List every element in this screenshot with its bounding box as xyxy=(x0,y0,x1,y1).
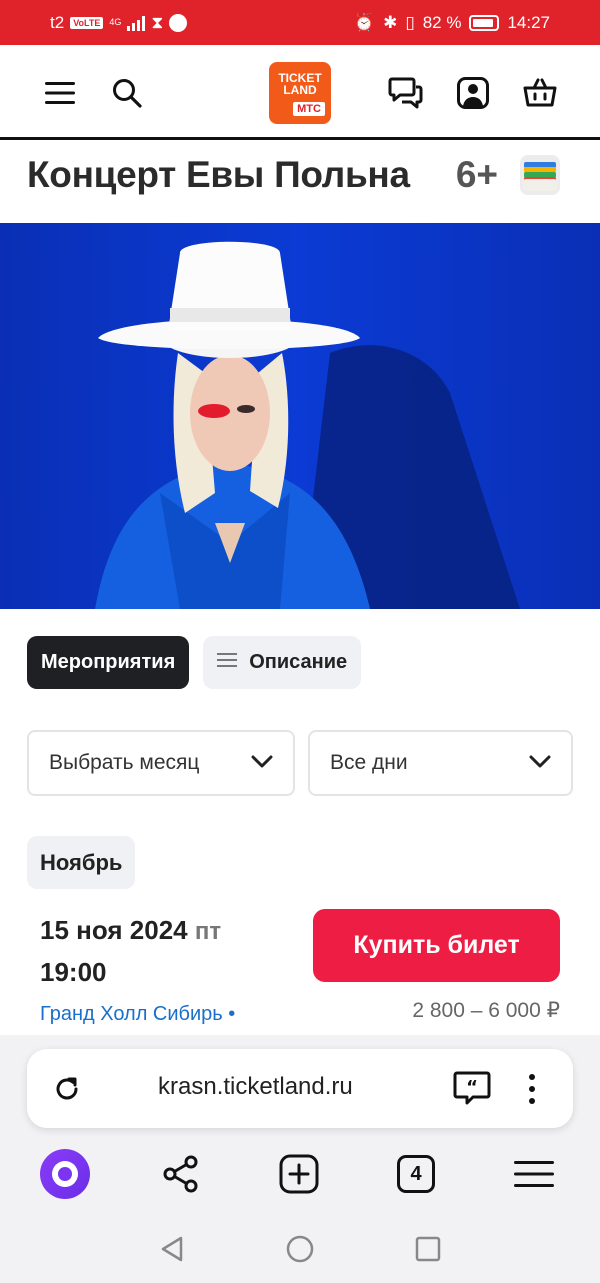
new-tab-icon[interactable] xyxy=(273,1148,325,1200)
age-rating: 6+ xyxy=(455,154,498,195)
buy-ticket-button[interactable]: Купить билет xyxy=(313,909,560,982)
carrier-label: t2 xyxy=(50,12,65,32)
event-title-row: Концерт Евы Польна 6+ xyxy=(27,145,560,205)
show-time: 19:00 xyxy=(40,957,107,987)
alice-assistant-icon[interactable] xyxy=(39,1148,91,1200)
wallet-icon[interactable] xyxy=(520,155,560,195)
menu-icon[interactable] xyxy=(40,73,80,113)
clock: 14:27 xyxy=(507,12,550,32)
venue-link[interactable]: Гранд Холл Сибирь • xyxy=(40,1003,235,1026)
event-tabs: Мероприятия Описание xyxy=(27,636,362,689)
bluetooth-icon: ✱ xyxy=(383,12,398,32)
reload-icon[interactable] xyxy=(53,1075,81,1108)
page-title: Концерт Евы Польна xyxy=(27,154,410,195)
month-select[interactable]: Выбрать месяц xyxy=(27,730,295,796)
ticketland-logo[interactable]: TICKET LAND МТС xyxy=(269,62,331,124)
vibrate-icon: ▯ xyxy=(405,12,415,32)
tab-description-label: Описание xyxy=(249,651,348,673)
app-header: TICKET LAND МТС xyxy=(0,45,600,140)
notification-icon xyxy=(169,13,188,32)
address-bar[interactable]: krasn.ticketland.ru “ xyxy=(27,1049,573,1128)
search-icon[interactable] xyxy=(107,73,147,113)
show-weekday: пт xyxy=(194,918,222,945)
recents-icon[interactable] xyxy=(413,1234,443,1264)
svg-text:“: “ xyxy=(466,1077,478,1098)
battery-percent: 82 % xyxy=(422,12,462,32)
logo-text-2: LAND xyxy=(283,83,317,97)
url-text[interactable]: krasn.ticketland.ru xyxy=(158,1073,353,1101)
days-select-value: Все дни xyxy=(330,751,408,774)
volte-badge: VoLTE xyxy=(70,16,104,29)
month-select-value: Выбрать месяц xyxy=(49,751,200,774)
quote-icon[interactable]: “ xyxy=(453,1071,491,1110)
show-date: 15 ноя 2024 xyxy=(40,915,188,945)
tabs-count: 4 xyxy=(397,1155,435,1193)
event-hero-image xyxy=(0,223,600,609)
tabs-counter-icon[interactable]: 4 xyxy=(390,1148,442,1200)
hourglass-icon: ⧗ xyxy=(151,12,164,32)
share-icon[interactable] xyxy=(155,1148,207,1200)
alarm-icon: ⏰ xyxy=(353,12,376,32)
more-vertical-icon[interactable] xyxy=(527,1073,537,1110)
list-icon xyxy=(217,651,238,674)
tab-events-label: Мероприятия xyxy=(41,651,176,673)
signal-icon xyxy=(127,15,146,31)
chat-icon[interactable] xyxy=(386,73,426,113)
basket-icon[interactable] xyxy=(520,73,560,113)
profile-icon[interactable] xyxy=(453,73,493,113)
status-bar: t2 VoLTE 4G ⧗ ⏰ ✱ ▯ 82 % 14:27 xyxy=(0,0,600,45)
chevron-down-icon xyxy=(529,751,551,775)
month-heading: Ноябрь xyxy=(27,836,136,889)
home-icon[interactable] xyxy=(285,1234,315,1264)
chevron-down-icon xyxy=(251,751,273,775)
logo-badge: МТС xyxy=(293,102,325,116)
days-select[interactable]: Все дни xyxy=(308,730,573,796)
battery-icon xyxy=(469,14,500,31)
browser-menu-icon[interactable] xyxy=(508,1148,560,1200)
back-icon[interactable] xyxy=(157,1234,187,1264)
system-navigation-bar xyxy=(0,1215,600,1283)
network-type: 4G xyxy=(109,17,122,27)
price-range: 2 800 – 6 000 ₽ xyxy=(412,999,560,1022)
browser-toolbar: krasn.ticketland.ru “ 4 xyxy=(0,1035,600,1215)
show-datetime: 15 ноя 2024 пт 19:00 xyxy=(40,910,221,992)
tab-events[interactable]: Мероприятия xyxy=(27,636,190,689)
tab-description[interactable]: Описание xyxy=(203,636,362,689)
